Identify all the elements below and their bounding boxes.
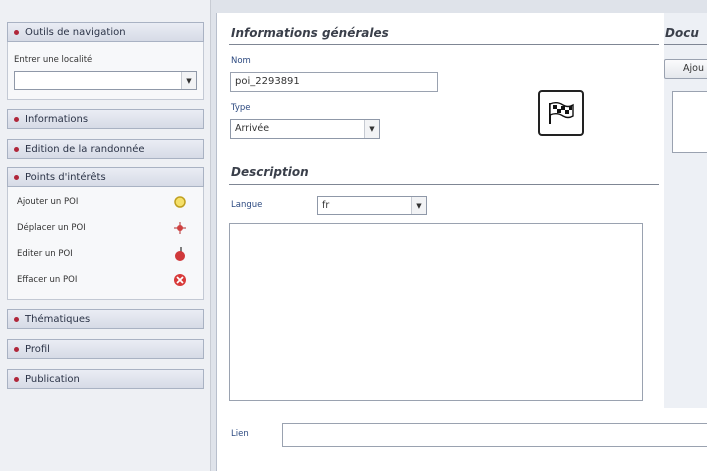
bullet-icon	[14, 29, 19, 35]
locality-combobox[interactable]: ▼	[14, 71, 197, 90]
documents-section-title: Docu	[665, 26, 699, 40]
panel-header-edition[interactable]: Edition de la randonnée	[7, 139, 204, 159]
documents-list[interactable]	[672, 91, 707, 153]
description-section-title: Description	[231, 165, 309, 179]
bullet-icon	[14, 174, 19, 180]
type-select[interactable]: Arrivée ▼	[230, 119, 380, 139]
add-document-button[interactable]: Ajou	[664, 59, 707, 79]
panel-header-publication[interactable]: Publication	[7, 369, 204, 389]
move-poi-button[interactable]: Déplacer un POI	[17, 219, 187, 237]
navigation-panel-body: Entrer une localité ▼	[7, 42, 204, 100]
general-section-title: Informations générales	[231, 26, 389, 40]
chevron-down-icon[interactable]: ▼	[411, 197, 426, 214]
panel-header-informations[interactable]: Informations	[7, 109, 204, 129]
panel-header-label: Outils de navigation	[25, 26, 126, 38]
description-textarea[interactable]	[229, 223, 643, 401]
sidebar: Outils de navigation Entrer une localité…	[0, 0, 211, 471]
bullet-icon	[14, 346, 19, 352]
add-poi-icon	[174, 196, 186, 208]
edit-poi-button[interactable]: Editer un POI	[17, 245, 187, 263]
langue-select[interactable]: fr ▼	[317, 196, 427, 215]
chevron-down-icon[interactable]: ▼	[181, 72, 196, 89]
panel-header-profil[interactable]: Profil	[7, 339, 204, 359]
edit-poi-label: Editer un POI	[17, 249, 73, 259]
panel-header-label: Publication	[25, 373, 80, 385]
chevron-down-icon[interactable]: ▼	[364, 120, 379, 138]
delete-poi-label: Effacer un POI	[17, 275, 78, 285]
nom-value: poi_2293891	[235, 76, 300, 87]
lien-input[interactable]	[282, 423, 707, 447]
section-divider	[229, 184, 659, 185]
add-poi-button[interactable]: Ajouter un POI	[17, 193, 187, 211]
add-poi-label: Ajouter un POI	[17, 197, 79, 207]
nom-input[interactable]: poi_2293891	[230, 72, 438, 92]
panel-header-label: Informations	[25, 113, 89, 125]
panel-header-thematiques[interactable]: Thématiques	[7, 309, 204, 329]
type-value: Arrivée	[235, 123, 270, 134]
panel-header-label: Thématiques	[25, 313, 91, 325]
edit-poi-icon	[175, 247, 185, 261]
panel-header-navigation[interactable]: Outils de navigation	[7, 22, 204, 42]
panel-header-label: Edition de la randonnée	[25, 143, 145, 155]
delete-poi-button[interactable]: Effacer un POI	[17, 271, 187, 289]
nom-label: Nom	[231, 56, 251, 66]
section-divider	[229, 44, 659, 45]
section-divider	[664, 44, 707, 45]
panel-header-poi[interactable]: Points d'intérêts	[7, 167, 204, 187]
type-label: Type	[231, 103, 251, 113]
bullet-icon	[14, 146, 19, 152]
langue-label: Langue	[231, 200, 263, 210]
delete-poi-icon	[174, 274, 186, 286]
bullet-icon	[14, 376, 19, 382]
move-poi-label: Déplacer un POI	[17, 223, 86, 233]
langue-value: fr	[322, 200, 330, 211]
panel-header-label: Points d'intérêts	[25, 171, 106, 183]
lien-label: Lien	[231, 429, 249, 439]
documents-panel: Docu Ajou	[664, 13, 707, 408]
panel-header-label: Profil	[25, 343, 50, 355]
bullet-icon	[14, 116, 19, 122]
move-poi-icon	[174, 222, 186, 234]
poi-form: Informations générales Nom poi_2293891 T…	[216, 13, 707, 471]
locality-label: Entrer une localité	[14, 55, 93, 65]
bullet-icon	[14, 316, 19, 322]
checkered-flag-icon	[538, 90, 584, 136]
